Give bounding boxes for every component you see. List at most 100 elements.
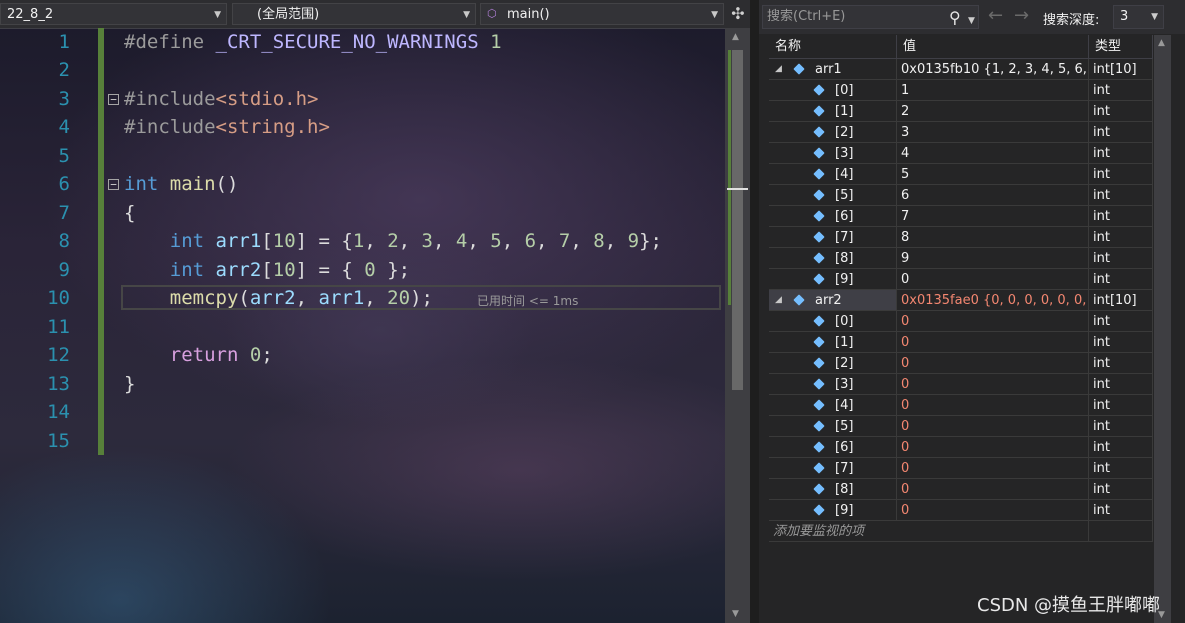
watch-vertical-scrollbar[interactable]: ▲ ▼ xyxy=(1154,35,1171,623)
watch-value[interactable]: 2 xyxy=(897,101,1089,122)
watch-row[interactable]: [3] 0 int xyxy=(769,374,1153,395)
watch-value[interactable]: 6 xyxy=(897,185,1089,206)
code-line-9: int arr2[10] = { 0 }; xyxy=(169,259,411,281)
code-line-13: } xyxy=(124,373,136,395)
watch-value[interactable]: 9 xyxy=(897,248,1089,269)
collapse-icon[interactable]: − xyxy=(108,179,119,190)
watch-row[interactable]: [6] 0 int xyxy=(769,437,1153,458)
watch-value[interactable]: 8 xyxy=(897,227,1089,248)
watch-row[interactable]: [1] 0 int xyxy=(769,332,1153,353)
variable-icon xyxy=(793,294,805,306)
variable-icon xyxy=(813,189,825,201)
watch-value[interactable]: 0x0135fae0 {0, 0, 0, 0, 0, 0, ... xyxy=(897,290,1089,311)
watch-name: [8] xyxy=(835,251,854,266)
chevron-down-icon: ▼ xyxy=(711,10,718,20)
watch-row-arr2[interactable]: ◢ arr2 0x0135fae0 {0, 0, 0, 0, 0, 0, ...… xyxy=(769,290,1153,311)
watch-value[interactable]: 4 xyxy=(897,143,1089,164)
watch-row[interactable]: [1] 2 int xyxy=(769,101,1153,122)
watch-name: arr1 xyxy=(815,62,842,77)
variable-icon xyxy=(813,252,825,264)
collapse-icon[interactable]: − xyxy=(108,94,119,105)
scrollbar-thumb[interactable] xyxy=(732,50,743,390)
watch-name: [3] xyxy=(835,377,854,392)
variable-icon xyxy=(813,357,825,369)
watch-name: [9] xyxy=(835,272,854,287)
variable-icon xyxy=(813,168,825,180)
function-dropdown-label: main() xyxy=(507,7,550,22)
function-dropdown[interactable]: ⬡ main() ▼ xyxy=(480,3,724,25)
scroll-up-icon[interactable]: ▲ xyxy=(1158,38,1165,48)
watch-value[interactable]: 0x0135fb10 {1, 2, 3, 4, 5, 6, ... xyxy=(897,59,1089,80)
watch-value[interactable]: 0 xyxy=(897,269,1089,290)
add-watch-row[interactable]: 添加要监视的项 xyxy=(769,521,1153,542)
column-header-value[interactable]: 值 xyxy=(897,35,1089,59)
expand-triangle-icon[interactable]: ◢ xyxy=(775,290,782,310)
editor-vertical-scrollbar[interactable]: ▲ ▼ xyxy=(725,28,750,623)
line-number: 4 xyxy=(58,116,70,138)
column-header-name[interactable]: 名称 xyxy=(769,35,897,59)
project-dropdown[interactable]: 22_8_2 ▼ xyxy=(0,3,227,25)
arrow-left-icon[interactable]: ← xyxy=(988,5,1003,26)
watch-name: [8] xyxy=(835,482,854,497)
watch-value[interactable]: 0 xyxy=(897,332,1089,353)
watch-value[interactable]: 1 xyxy=(897,80,1089,101)
arrow-right-icon[interactable]: → xyxy=(1014,5,1029,26)
code-editor[interactable]: 22_8_2 ▼ (全局范围) ▼ ⬡ main() ▼ ✣ 1 2 3 4 5… xyxy=(0,0,750,623)
variable-icon xyxy=(813,399,825,411)
line-number: 3 xyxy=(58,88,70,110)
watch-row[interactable]: [5] 0 int xyxy=(769,416,1153,437)
split-window-button[interactable]: ✣ xyxy=(728,3,748,25)
watch-type: int xyxy=(1089,416,1153,437)
watch-row[interactable]: [5] 6 int xyxy=(769,185,1153,206)
watch-type: int xyxy=(1089,311,1153,332)
scroll-down-icon[interactable]: ▼ xyxy=(732,609,739,619)
watch-value[interactable]: 0 xyxy=(897,416,1089,437)
watch-value[interactable]: 0 xyxy=(897,311,1089,332)
scope-dropdown[interactable]: (全局范围) ▼ xyxy=(232,3,476,25)
watch-row[interactable]: [4] 0 int xyxy=(769,395,1153,416)
perf-tip[interactable]: 已用时间 <= 1ms xyxy=(477,292,578,309)
watch-type: int xyxy=(1089,353,1153,374)
watch-type: int xyxy=(1089,122,1153,143)
add-watch-placeholder[interactable]: 添加要监视的项 xyxy=(769,524,864,539)
variable-icon xyxy=(813,210,825,222)
expand-triangle-icon[interactable]: ◢ xyxy=(775,59,782,79)
search-icon[interactable]: ⚲ xyxy=(949,7,961,29)
watch-value[interactable]: 0 xyxy=(897,458,1089,479)
watch-row-arr1[interactable]: ◢ arr1 0x0135fb10 {1, 2, 3, 4, 5, 6, ...… xyxy=(769,59,1153,80)
watch-value[interactable]: 0 xyxy=(897,353,1089,374)
watch-value[interactable]: 0 xyxy=(897,395,1089,416)
watch-row[interactable]: [9] 0 int xyxy=(769,269,1153,290)
line-number: 14 xyxy=(47,401,70,423)
line-number: 13 xyxy=(47,373,70,395)
scroll-up-icon[interactable]: ▲ xyxy=(732,32,739,42)
watch-value[interactable]: 5 xyxy=(897,164,1089,185)
watch-value[interactable]: 3 xyxy=(897,122,1089,143)
watch-row[interactable]: [0] 1 int xyxy=(769,80,1153,101)
watch-type: int xyxy=(1089,248,1153,269)
chevron-down-icon[interactable]: ▼ xyxy=(968,10,975,32)
watch-row[interactable]: [9] 0 int xyxy=(769,500,1153,521)
search-depth-label: 搜索深度: xyxy=(1043,13,1100,28)
code-text-area[interactable]: #define _CRT_SECURE_NO_WARNINGS 1 − #inc… xyxy=(108,28,723,468)
watch-value[interactable]: 0 xyxy=(897,500,1089,521)
watch-search-input[interactable]: 搜索(Ctrl+E) ⚲ ▼ xyxy=(762,5,979,29)
watch-row[interactable]: [7] 8 int xyxy=(769,227,1153,248)
watch-value[interactable]: 0 xyxy=(897,437,1089,458)
watch-row[interactable]: [2] 3 int xyxy=(769,122,1153,143)
search-depth-select[interactable]: 3 ▼ xyxy=(1113,5,1164,29)
watch-row[interactable]: [7] 0 int xyxy=(769,458,1153,479)
watch-row[interactable]: [4] 5 int xyxy=(769,164,1153,185)
watch-row[interactable]: [0] 0 int xyxy=(769,311,1153,332)
watch-row[interactable]: [2] 0 int xyxy=(769,353,1153,374)
watch-value[interactable]: 0 xyxy=(897,374,1089,395)
watch-row[interactable]: [8] 0 int xyxy=(769,479,1153,500)
watch-value[interactable]: 7 xyxy=(897,206,1089,227)
line-number: 8 xyxy=(58,230,70,252)
watch-row[interactable]: [3] 4 int xyxy=(769,143,1153,164)
scrollbar-change-marker xyxy=(728,50,731,305)
watch-row[interactable]: [6] 7 int xyxy=(769,206,1153,227)
watch-value[interactable]: 0 xyxy=(897,479,1089,500)
column-header-type[interactable]: 类型 xyxy=(1089,35,1153,59)
watch-row[interactable]: [8] 9 int xyxy=(769,248,1153,269)
